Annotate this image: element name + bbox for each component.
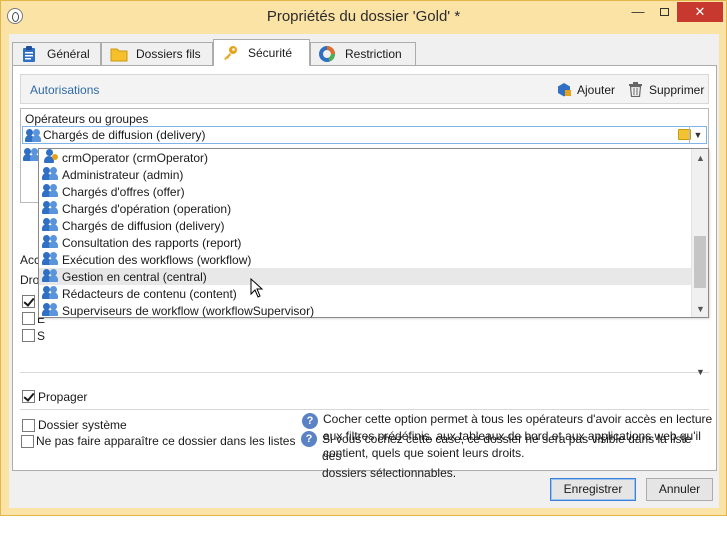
tab-security-label: Sécurité [248,46,293,60]
list-item-label: Chargés de diffusion (delivery) [62,218,225,233]
add-icon [557,82,571,97]
list-item-label: Administrateur (admin) [62,167,184,182]
help-icon: ? [301,431,317,447]
hide-folder-label: Ne pas faire apparaître ce dossier dans … [36,434,296,448]
add-label: Ajouter [577,82,616,97]
scroll-down-icon[interactable]: ▼ [692,367,709,377]
close-button[interactable]: ✕ [677,2,723,22]
right-checkbox-3[interactable] [22,329,35,342]
delete-button[interactable]: Supprimer [629,82,705,98]
ring-chart-icon [319,46,335,62]
window-title: Propriétés du dossier 'Gold' * [266,8,461,25]
list-item-label: Gestion en central (central) [62,269,207,284]
chevron-down-icon[interactable]: ▼ [689,126,706,144]
group-icon [42,302,59,316]
tab-child-folders[interactable]: Dossiers fils [101,42,213,65]
separator [20,409,709,410]
authorizations-label[interactable]: Autorisations [30,83,99,97]
separator [20,372,709,373]
group-icon [42,166,59,180]
tab-general-label: Général [47,47,90,61]
operator-combobox[interactable]: Chargés de diffusion (delivery) ▼ [22,126,707,144]
access-label-partial: Acc [20,253,41,267]
tab-general[interactable]: Général [12,42,101,65]
group-icon [42,251,59,265]
list-item[interactable]: crmOperator (crmOperator) [39,149,691,166]
maximize-icon [659,8,669,16]
tab-restriction[interactable]: Restriction [310,42,416,65]
list-item-label: Consultation des rapports (report) [62,235,242,250]
dropdown-scrollbar[interactable]: ▲ ▼ [691,149,708,317]
propagate-checkbox[interactable] [22,390,35,403]
hide-folder-checkbox[interactable] [21,435,34,448]
tab-restriction-label: Restriction [345,47,402,61]
mouse-cursor-icon [250,278,264,298]
list-item-label: crmOperator (crmOperator) [62,150,209,165]
cancel-button[interactable]: Annuler [646,478,713,501]
list-item[interactable]: Exécution des workflows (workflow) [39,251,691,268]
right-checkbox-1[interactable] [22,295,35,308]
scroll-thumb[interactable] [694,236,706,288]
clipboard-icon [21,46,37,62]
list-item[interactable]: Superviseurs de workflow (workflowSuperv… [39,302,691,319]
list-item[interactable]: Chargés d'offres (offer) [39,183,691,200]
system-folder-checkbox[interactable] [22,419,35,432]
list-item-label: Exécution des workflows (workflow) [62,252,252,267]
group-icon [42,217,59,231]
help-line: Cocher cette option permet à tous les op… [323,412,713,426]
group-icon [42,200,59,214]
list-item-label: Chargés d'opération (operation) [62,201,232,216]
group-icon [42,268,59,282]
scroll-down-icon[interactable]: ▼ [692,304,709,314]
operator-dropdown-list[interactable]: crmOperator (crmOperator) Administrateur… [38,148,709,318]
minimize-button[interactable]: — [625,2,651,22]
list-item[interactable]: Rédacteurs de contenu (content) [39,285,691,302]
help-line: Si vous cochez cette case, ce dossier ne… [322,432,692,463]
list-item-label: Rédacteurs de contenu (content) [62,286,237,301]
propagate-label: Propager [38,390,88,404]
list-item-label: Chargés d'offres (offer) [62,184,185,199]
right-checkbox-2[interactable] [22,312,35,325]
hide-folder-help-text: Si vous cochez cette case, ce dossier ne… [322,431,712,482]
group-icon [42,183,59,197]
operator-combobox-value: Chargés de diffusion (delivery) [43,128,206,142]
scroll-up-icon[interactable]: ▲ [692,153,709,163]
right-label-3: S [37,329,46,343]
key-icon [222,45,238,61]
list-item[interactable]: Consultation des rapports (report) [39,234,691,251]
column-header-operators: Opérateurs ou groupes [25,112,149,126]
list-item[interactable]: Chargés d'opération (operation) [39,200,691,217]
authorizations-header: Autorisations Ajouter Supprimer [20,74,709,104]
list-item[interactable]: Administrateur (admin) [39,166,691,183]
group-icon [42,234,59,248]
maximize-button[interactable] [651,2,677,22]
title-bar[interactable]: Propriétés du dossier 'Gold' * — ✕ [1,1,726,34]
list-item-label: Superviseurs de workflow (workflowSuperv… [62,303,315,318]
help-icon: ? [302,413,318,429]
list-item-hovered[interactable]: Gestion en central (central) [39,268,691,285]
tab-security[interactable]: Sécurité [213,39,310,66]
system-folder-label: Dossier système [38,418,127,432]
folder-icon [110,46,128,62]
tab-child-folders-label: Dossiers fils [136,47,201,61]
group-icon [42,285,59,299]
list-item[interactable]: Chargés de diffusion (delivery) [39,217,691,234]
delete-label: Supprimer [649,82,705,97]
operator-icon [42,149,59,163]
group-icon [25,129,42,142]
save-button[interactable]: Enregistrer [550,478,636,501]
add-button[interactable]: Ajouter [557,82,615,97]
trash-icon [629,82,643,98]
